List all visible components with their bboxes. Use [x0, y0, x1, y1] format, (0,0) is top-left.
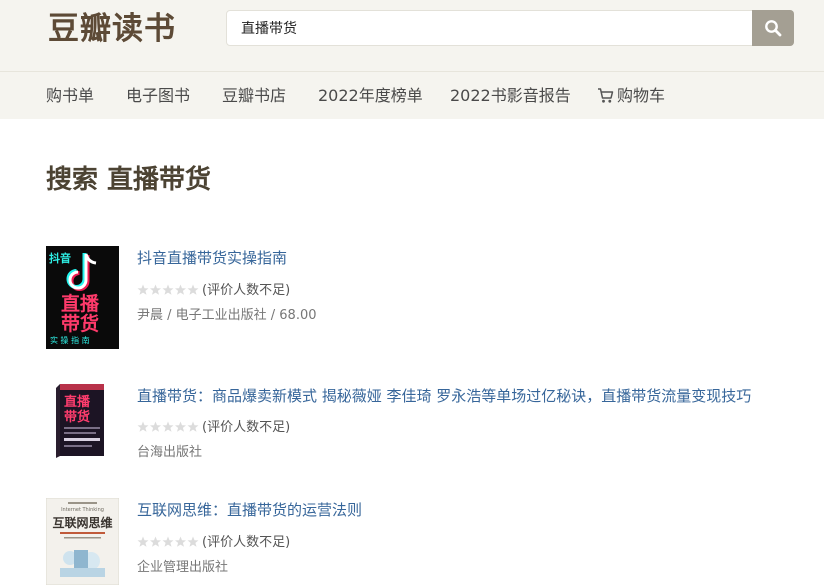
nav-bar: 购书单 电子图书 豆瓣书店 2022年度榜单 2022书影音报告 购物车	[0, 71, 824, 119]
book-cover[interactable]: Internet Thinking 互联网思维	[46, 498, 119, 585]
search-icon	[765, 20, 782, 37]
book-cover[interactable]: 抖音 直播 带货 实 操 指 南	[46, 246, 119, 349]
nav-item-cart[interactable]: 购物车	[597, 72, 665, 120]
cover-subtitle: 实 操 指 南	[50, 335, 90, 345]
book-cover[interactable]: 直播 带货	[46, 382, 119, 460]
result-title-link[interactable]: 互联网思维：直播带货的运营法则	[137, 499, 362, 521]
search-box	[226, 10, 794, 46]
book-meta: 尹晨 / 电子工业出版社 / 68.00	[137, 308, 317, 323]
cover-title-line1: 直播	[64, 394, 91, 410]
nav-item-cart-label: 购物车	[617, 86, 666, 105]
search-input[interactable]	[227, 11, 752, 45]
cover-title-line2: 带货	[64, 409, 90, 425]
cover-title-line2: 带货	[61, 312, 99, 335]
list-item: 抖音 直播 带货 实 操 指 南 抖音直播带货实操指南 (评价人数不足) 尹晨 …	[46, 246, 816, 350]
site-logo[interactable]: 豆瓣读书	[48, 9, 176, 49]
result-title-link[interactable]: 直播带货：商品爆卖新模式 揭秘薇娅 李佳琦 罗永浩等单场过亿秘诀，直播带货流量变…	[137, 385, 751, 407]
rating-text: (评价人数不足)	[202, 420, 291, 435]
empty-rating-stars-icon	[137, 536, 199, 547]
rating-row: (评价人数不足)	[137, 418, 290, 438]
empty-rating-stars-icon	[137, 284, 199, 295]
header: 豆瓣读书	[0, 0, 824, 71]
search-button[interactable]	[752, 10, 794, 46]
cover-title-line1: 直播	[61, 292, 100, 315]
empty-rating-stars-icon	[137, 421, 199, 432]
page-title: 搜索 直播带货	[46, 165, 212, 195]
shopping-cart-icon	[598, 88, 614, 103]
list-item: Internet Thinking 互联网思维 互联网思维：直播带货的运营法则 …	[46, 498, 816, 585]
nav-item-bookstore[interactable]: 豆瓣书店	[222, 72, 286, 120]
cover-title: 互联网思维	[52, 515, 112, 530]
nav-item-book-list[interactable]: 购书单	[46, 72, 94, 120]
nav-item-ebooks[interactable]: 电子图书	[126, 72, 190, 120]
nav-item-annual-report[interactable]: 2022书影音报告	[450, 72, 571, 120]
result-title-link[interactable]: 抖音直播带货实操指南	[137, 247, 287, 269]
cover-english-title: Internet Thinking	[61, 507, 104, 513]
rating-text: (评价人数不足)	[202, 535, 291, 550]
book-meta: 台海出版社	[137, 445, 203, 460]
nav-item-annual-list[interactable]: 2022年度榜单	[318, 72, 423, 120]
list-item: 直播 带货 直播带货：商品爆卖新模式 揭秘薇娅 李佳琦 罗永浩等单场过亿秘诀，直…	[46, 382, 816, 462]
rating-row: (评价人数不足)	[137, 281, 290, 301]
book-meta: 企业管理出版社	[137, 560, 229, 575]
cover-brand-text: 抖音	[49, 251, 71, 265]
rating-text: (评价人数不足)	[202, 283, 291, 298]
rating-row: (评价人数不足)	[137, 533, 290, 553]
